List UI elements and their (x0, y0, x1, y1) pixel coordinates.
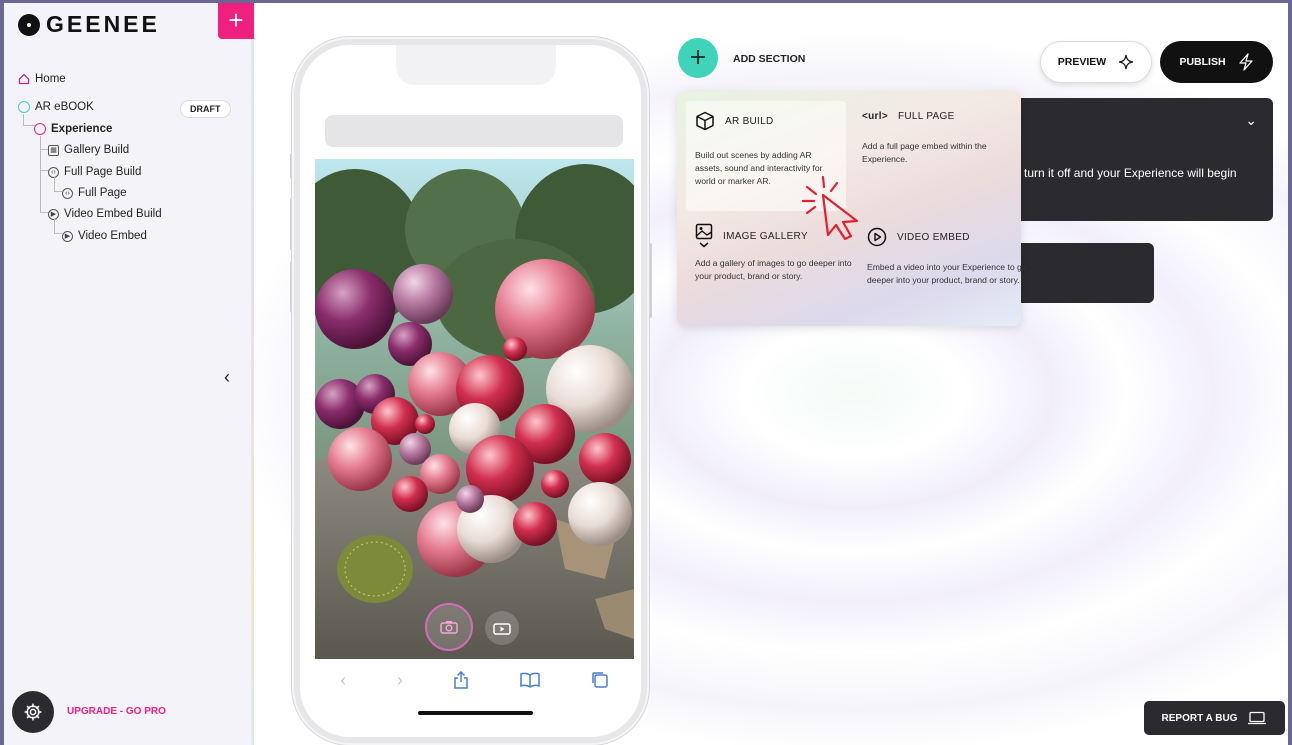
tabs-icon[interactable] (591, 671, 609, 689)
option-full-page[interactable]: <url> FULL PAGE Add a full page embed wi… (862, 111, 1022, 166)
sidebar: GEENEE Home AR eBOOK Experience ▦ Galler… (4, 3, 251, 745)
tree-item-label: Full Page Build (64, 166, 142, 178)
report-bug-button[interactable]: REPORT A BUG (1144, 701, 1285, 735)
sparkle-icon (1119, 54, 1134, 70)
tree-connector (40, 171, 49, 213)
tree-item-label: Experience (51, 123, 113, 135)
home-indicator (418, 711, 533, 715)
new-project-button[interactable]: + (218, 3, 254, 39)
tree-item-gallery-build[interactable]: ▦ Gallery Build (48, 144, 129, 156)
chevron-down-icon[interactable]: ⌄ (1245, 112, 1257, 129)
tree-connector (54, 177, 62, 192)
option-description: Add a gallery of images to go deeper int… (695, 258, 852, 281)
option-title: FULL PAGE (897, 111, 955, 122)
tree-item-full-page-build[interactable]: ‹› Full Page Build (48, 166, 141, 178)
ar-scene-illustration (315, 159, 634, 659)
phone-notch (396, 45, 556, 85)
tree-item-experience[interactable]: Experience (34, 123, 112, 135)
home-icon (18, 73, 30, 85)
tree-item-label: Home (35, 73, 66, 85)
click-cursor-icon (801, 175, 859, 241)
browser-toolbar: ‹ › (315, 665, 634, 695)
tree-item-video-embed-build[interactable]: ▶ Video Embed Build (48, 208, 162, 220)
draft-badge: DRAFT (180, 100, 231, 118)
back-icon[interactable]: ‹ (340, 670, 346, 691)
option-description: Embed a video into your Experience to go… (867, 262, 1027, 285)
camera-capture-button[interactable] (425, 603, 473, 651)
chevron-left-icon[interactable]: ‹ (224, 367, 230, 388)
phone-preview: ‹ › (294, 39, 647, 743)
camera-icon (440, 621, 458, 634)
upgrade-link[interactable]: UPGRADE - GO PRO (67, 706, 166, 717)
preview-button[interactable]: PREVIEW (1040, 41, 1152, 83)
play-circle-icon (867, 227, 887, 247)
url-icon: ‹› (48, 166, 59, 178)
share-icon[interactable] (453, 671, 469, 689)
phone-side-button (648, 243, 652, 318)
tree-item-project[interactable]: AR eBOOK (18, 101, 94, 113)
laptop-icon (1248, 711, 1267, 725)
forward-icon[interactable]: › (397, 670, 403, 691)
tree-item-label: Video Embed Build (64, 208, 162, 220)
circle-icon (34, 123, 46, 135)
publish-button[interactable]: PUBLISH (1160, 41, 1273, 83)
add-section-button[interactable] (678, 38, 718, 78)
app-frame: GEENEE Home AR eBOOK Experience ▦ Galler… (4, 3, 1288, 745)
url-icon: ‹› (62, 187, 73, 199)
browser-url-bar (325, 115, 623, 147)
circle-icon (18, 101, 30, 113)
tree-item-home[interactable]: Home (18, 73, 66, 85)
preview-label: PREVIEW (1057, 56, 1107, 68)
tree-item-label: AR eBOOK (35, 101, 94, 113)
report-bug-label: REPORT A BUG (1161, 712, 1238, 724)
experience-settings-panel: ⌄ turn it off and your Experience will b… (984, 98, 1273, 221)
url-icon: <url> (862, 111, 888, 122)
panel-text: turn it off and your Experience will beg… (1024, 166, 1237, 180)
video-camera-icon (493, 623, 511, 635)
option-description: Add a full page embed within the Experie… (862, 141, 987, 164)
logo-text: GEENEE (46, 11, 160, 37)
cube-icon (696, 111, 714, 131)
plus-icon (691, 50, 705, 64)
tree-item-full-page[interactable]: ‹› Full Page (62, 187, 127, 199)
tree-item-label: Gallery Build (64, 144, 130, 156)
bookmarks-icon[interactable] (520, 672, 540, 688)
tree-item-label: Full Page (78, 187, 127, 199)
tree-connector (54, 219, 62, 234)
option-title: IMAGE GALLERY (723, 230, 808, 242)
publish-label: PUBLISH (1179, 56, 1226, 68)
logo: GEENEE (18, 11, 160, 38)
settings-button[interactable] (12, 691, 54, 733)
option-title: AR BUILD (725, 115, 774, 127)
tree-item-video-embed[interactable]: ▶ Video Embed (62, 230, 147, 242)
image-icon (695, 223, 713, 248)
option-video-embed[interactable]: VIDEO EMBED Embed a video into your Expe… (867, 227, 1027, 287)
video-capture-button[interactable] (485, 611, 519, 645)
add-section-label[interactable]: ADD SECTION (733, 53, 805, 65)
gear-icon (24, 703, 42, 721)
sidebar-divider (251, 3, 254, 745)
play-circle-icon: ▶ (62, 230, 73, 242)
option-title: VIDEO EMBED (897, 231, 970, 243)
lightning-icon (1238, 53, 1253, 71)
gallery-icon: ▦ (48, 144, 59, 156)
tree-item-label: Video Embed (78, 230, 147, 242)
geenee-logo-icon (18, 13, 40, 36)
ar-preview-image (315, 159, 634, 659)
play-circle-icon: ▶ (48, 208, 59, 220)
